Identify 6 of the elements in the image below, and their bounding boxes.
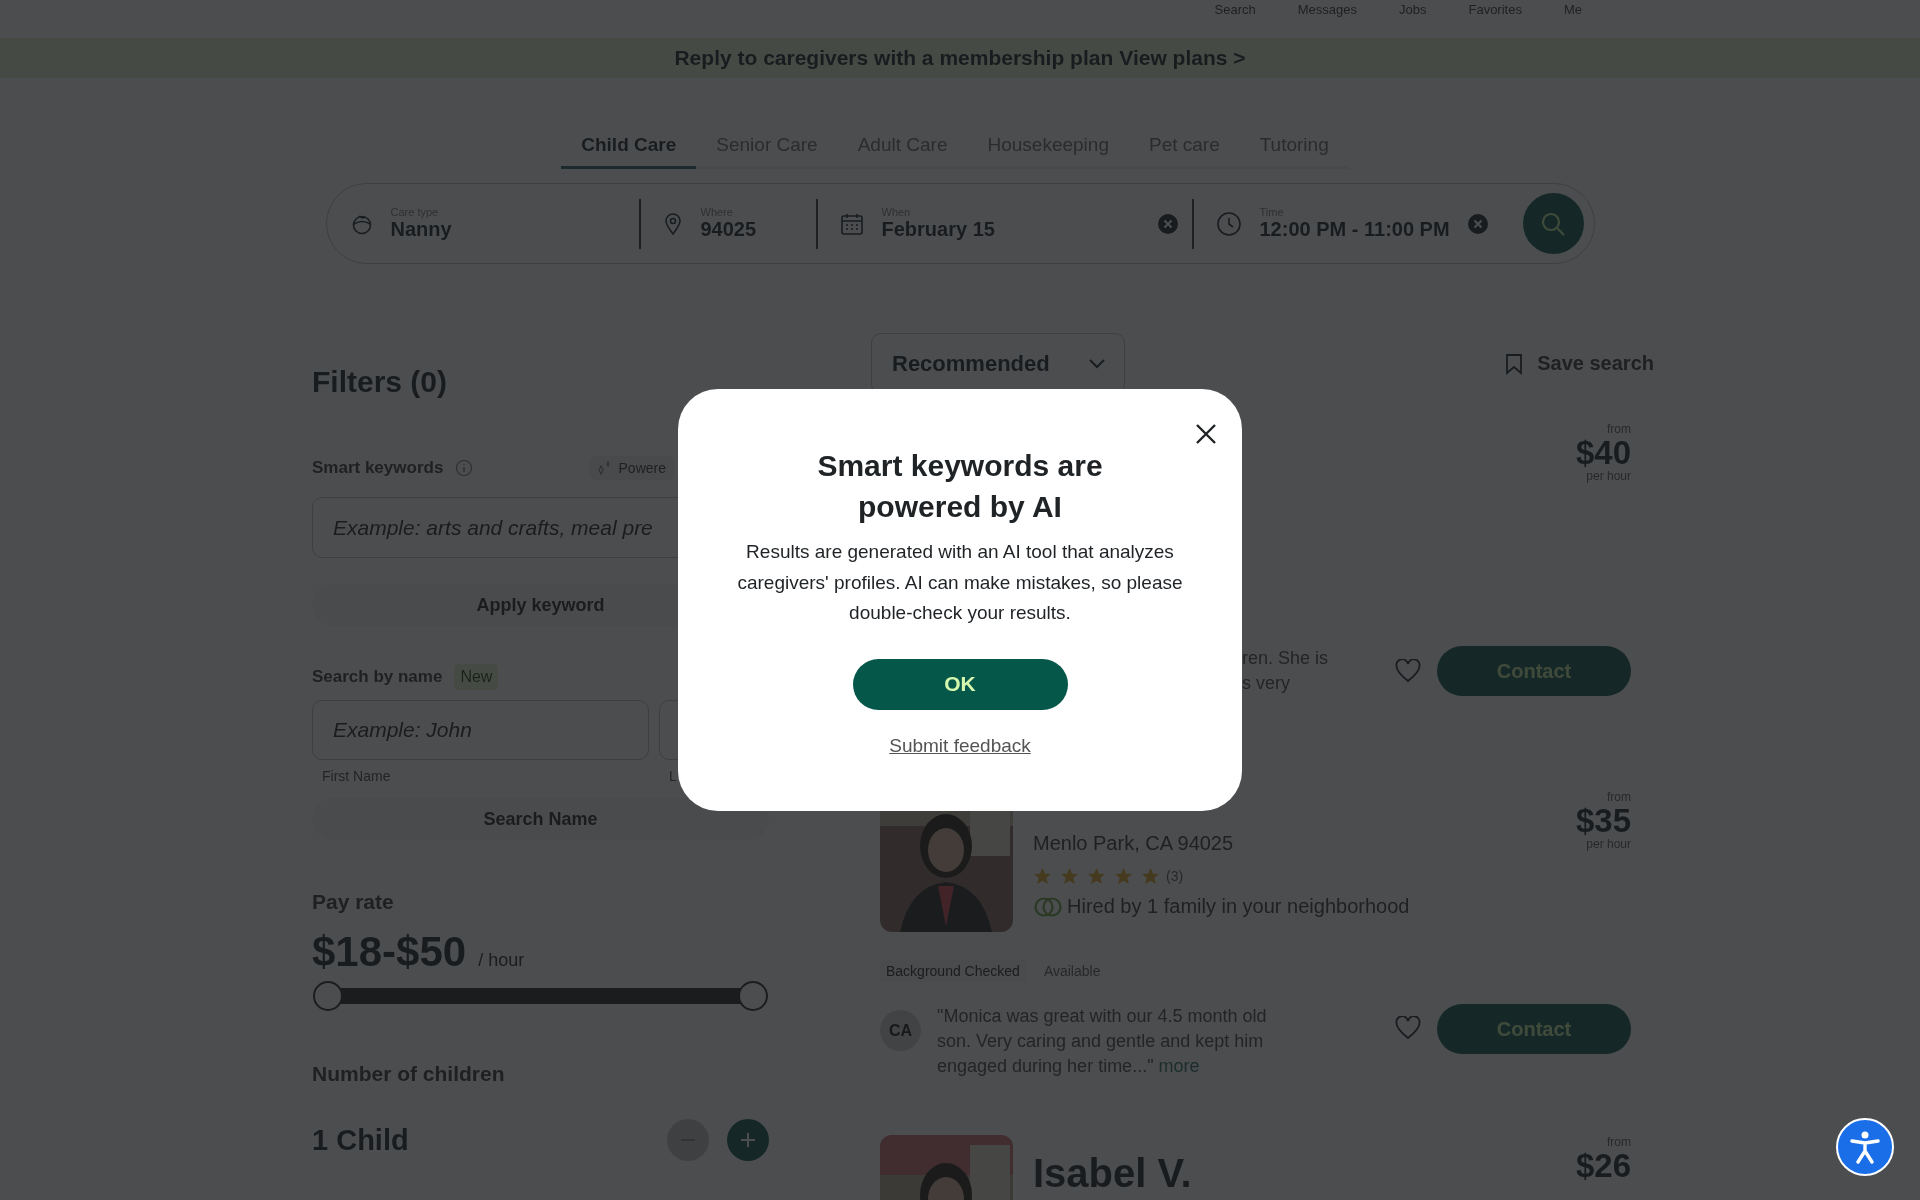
modal-body: Results are generated with an AI tool that analyzes caregivers' profiles. AI can make mistakes, so please double-check your results. (736, 540, 1184, 625)
modal-title: Smart keywords are powered by AI (816, 448, 1104, 525)
ok-button[interactable]: OK (852, 658, 1068, 710)
close-icon[interactable] (1195, 423, 1217, 445)
accessibility-icon (1848, 1130, 1882, 1164)
submit-feedback-link[interactable]: Submit feedback (889, 734, 1031, 757)
